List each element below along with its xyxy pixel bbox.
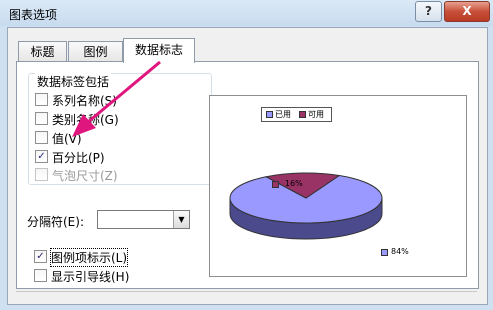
chevron-down-icon[interactable]: ▼ xyxy=(173,211,189,228)
tab-data-labels-label: 数据标志 xyxy=(134,43,183,57)
data-labels-group: 数据标签包括 系列名称(S) 类别名称(G) 值(V) ✓ 百分比(P) 气泡尺… xyxy=(28,73,212,185)
dialog-body: 标题 图例 数据标志 数据标签包括 系列名称(S) 类别名称(G) 值(V) ✓… xyxy=(7,27,488,305)
percentage-box[interactable]: ✓ xyxy=(35,150,48,163)
bubble-size-box xyxy=(35,168,48,181)
group-title: 数据标签包括 xyxy=(35,73,112,90)
data-label-16: 16% xyxy=(285,179,303,188)
label-swatch-16 xyxy=(272,180,279,189)
bottom-divider xyxy=(16,291,477,292)
tab-legend-label: 图例 xyxy=(83,45,108,59)
help-button[interactable]: ? xyxy=(415,1,442,22)
leader-lines-box[interactable] xyxy=(34,269,47,282)
data-label-84: 84% xyxy=(391,247,409,256)
value-box[interactable] xyxy=(35,131,48,144)
close-button[interactable]: X xyxy=(444,1,490,22)
window-title: 图表选项 xyxy=(9,8,58,22)
percentage-label: 百分比(P) xyxy=(52,151,105,165)
series-name-label: 系列名称(S) xyxy=(52,94,117,108)
tab-legend[interactable]: 图例 xyxy=(68,41,123,62)
category-name-box[interactable] xyxy=(35,112,48,125)
tab-title[interactable]: 标题 xyxy=(18,41,67,62)
title-bar: 图表选项 ? X xyxy=(0,0,493,26)
chart-preview: 已用 可用 16% 84% xyxy=(209,95,467,277)
value-label: 值(V) xyxy=(52,132,82,146)
series-name-box[interactable] xyxy=(35,93,48,106)
separator-label: 分隔符(E): xyxy=(27,215,84,229)
tab-panel: 数据标签包括 系列名称(S) 类别名称(G) 值(V) ✓ 百分比(P) 气泡尺… xyxy=(16,61,479,289)
label-swatch-84 xyxy=(381,248,388,257)
legend-key-label: 图例项标示(L) xyxy=(49,248,129,267)
legend-key-box[interactable]: ✓ xyxy=(34,250,47,263)
separator-dropdown[interactable]: ▼ xyxy=(97,210,190,229)
pie-chart xyxy=(229,172,383,240)
tab-title-label: 标题 xyxy=(30,45,55,59)
tab-data-labels[interactable]: 数据标志 xyxy=(123,38,195,63)
category-name-label: 类别名称(G) xyxy=(52,113,119,127)
bubble-size-label: 气泡尺寸(Z) xyxy=(52,169,118,183)
leader-lines-label: 显示引导线(H) xyxy=(51,270,130,284)
